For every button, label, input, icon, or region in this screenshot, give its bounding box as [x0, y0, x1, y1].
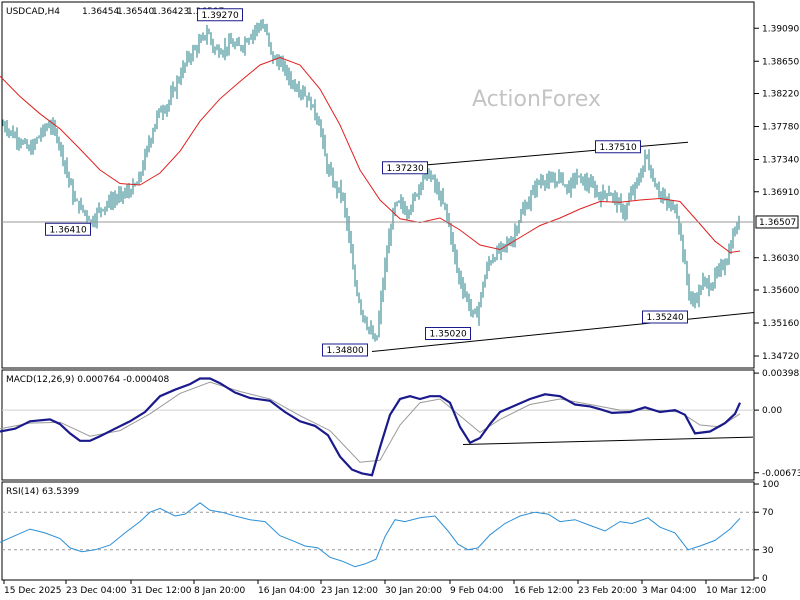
current-price-label: 1.36507 [755, 215, 799, 229]
price-axis-label: 1.36910 [762, 188, 799, 198]
time-axis-label: 8 Jan 20:00 [194, 586, 246, 596]
time-axis-label: 10 Mar 12:00 [706, 586, 766, 596]
annotation-label: 1.35240 [647, 313, 684, 323]
time-axis-label: 31 Dec 12:00 [131, 586, 192, 596]
header-low: 1.36423 [152, 7, 189, 17]
rsi-axis-label: 100 [762, 480, 779, 490]
macd-axis-label: 0.00 [762, 406, 782, 416]
price-axis-label: 1.38220 [762, 90, 799, 100]
header-symbol: USDCAD,H4 [6, 7, 60, 17]
price-axis-label: 1.35160 [762, 319, 799, 329]
time-axis-label: 23 Feb 20:00 [578, 586, 637, 596]
header-high: 1.36540 [117, 7, 154, 17]
chart-canvas: USDCAD,H4 1.36454 1.36540 1.36423 1.3650… [0, 0, 800, 600]
header-open: 1.36454 [82, 7, 119, 17]
rsi-axis-label: 0 [762, 574, 768, 584]
price-axis-label: 1.38650 [762, 57, 799, 67]
time-axis-label: 16 Jan 04:00 [258, 586, 315, 596]
macd-axis-label: 0.003982 [762, 369, 800, 379]
annotation-label: 1.37510 [600, 143, 637, 153]
chart-header: USDCAD,H4 1.36454 1.36540 1.36423 1.3650… [6, 7, 224, 17]
price-axis-label: 1.34720 [762, 352, 799, 362]
price-axis-label: 1.37340 [762, 156, 799, 166]
annotation-label: 1.36410 [50, 225, 87, 235]
time-axis-label: 16 Feb 12:00 [514, 586, 573, 596]
macd-title: MACD(12,26,9) 0.000764 -0.000408 [6, 375, 169, 385]
time-axis-label: 23 Jan 12:00 [321, 586, 378, 596]
annotation-label: 1.34800 [327, 346, 364, 356]
annotation-label: 1.35020 [430, 330, 467, 340]
watermark: ActionForex [472, 87, 601, 112]
price-axis-label: 1.37780 [762, 123, 799, 133]
time-axis-label: 15 Dec 2025 [4, 586, 62, 596]
price-axis-label: 1.36030 [762, 254, 799, 264]
rsi-title: RSI(14) 63.5399 [6, 487, 79, 497]
price-axis-label: 1.39090 [762, 24, 799, 34]
current-price-value: 1.36507 [759, 218, 796, 228]
time-axis-label: 3 Mar 04:00 [642, 586, 697, 596]
price-axis-label: 1.35600 [762, 286, 799, 296]
time-axis-label: 30 Jan 20:00 [385, 586, 442, 596]
annotation-label: 1.37230 [387, 164, 424, 174]
annotation-label: 1.39270 [202, 11, 239, 21]
time-axis-label: 23 Dec 04:00 [66, 586, 127, 596]
rsi-axis-label: 70 [762, 508, 774, 518]
time-axis-label: 9 Feb 04:00 [450, 586, 504, 596]
rsi-axis-label: 30 [762, 546, 774, 556]
macd-axis-label: -0.006737 [762, 469, 800, 479]
